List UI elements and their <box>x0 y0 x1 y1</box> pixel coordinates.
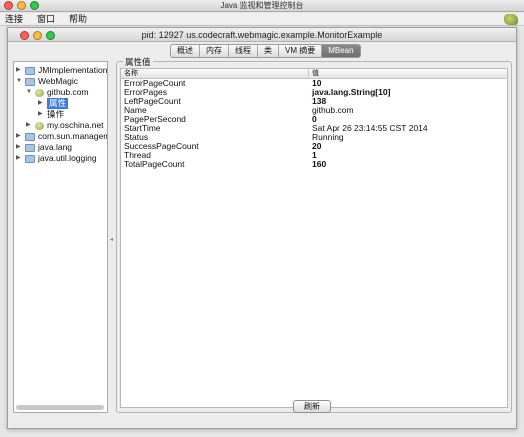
inner-window-controls <box>20 31 55 40</box>
app-title: Java 监视和管理控制台 <box>220 1 304 10</box>
zoom-icon[interactable] <box>30 1 39 10</box>
split-pane-handle[interactable]: ◂ <box>110 237 113 243</box>
tree-node-label: java.lang <box>38 142 73 152</box>
folder-icon <box>25 66 35 75</box>
tab-vm-summary[interactable]: VM 摘要 <box>279 45 323 57</box>
attribute-name-cell: StartTime <box>124 123 161 133</box>
tab-bar: 概述 内存 线程 类 VM 摘要 MBean <box>170 44 361 58</box>
expand-triangle-icon[interactable]: ▶ <box>38 109 47 120</box>
connection-window: pid: 12927 us.codecraft.webmagic.example… <box>7 27 517 429</box>
expand-triangle-icon[interactable]: ▶ <box>38 98 47 109</box>
tree-node-operations[interactable]: ▶ 操作 <box>38 109 64 120</box>
inner-minimize-icon[interactable] <box>33 31 42 40</box>
tab-classes[interactable]: 类 <box>258 45 279 57</box>
expand-triangle-icon[interactable]: ▶ <box>16 153 25 164</box>
tab-overview[interactable]: 概述 <box>171 45 200 57</box>
column-header-name[interactable]: 名称 <box>121 69 309 78</box>
tree-horizontal-scrollbar[interactable] <box>16 405 104 410</box>
tree-node-github[interactable]: ▼ github.com <box>26 87 89 98</box>
bean-icon <box>35 121 44 130</box>
minimize-icon[interactable] <box>17 1 26 10</box>
tree-node-label: 属性 <box>47 98 69 109</box>
java-logo-icon <box>504 14 518 25</box>
attribute-name-cell: TotalPageCount <box>124 159 185 169</box>
connection-title: pid: 12927 us.codecraft.webmagic.example… <box>141 30 383 40</box>
tree-node-label: java.util.logging <box>38 153 97 163</box>
column-header-value[interactable]: 值 <box>309 69 319 78</box>
expand-triangle-icon[interactable]: ▶ <box>16 142 25 153</box>
attribute-rows: ErrorPageCount 10 ErrorPages java.lang.Stri… <box>121 79 507 169</box>
tree-node-label: my.oschina.net <box>47 120 104 130</box>
app-title-bar: Java 监视和管理控制台 <box>0 0 524 12</box>
tree-node-webmagic[interactable]: ▼ WebMagic <box>16 76 78 87</box>
expand-triangle-icon[interactable]: ▶ <box>16 131 25 142</box>
tree-node-jmimplementation[interactable]: ▶ JMImplementation <box>16 65 107 76</box>
tree-node-label: WebMagic <box>38 76 78 86</box>
tree-node-java-lang[interactable]: ▶ java.lang <box>16 142 72 153</box>
collapse-triangle-icon[interactable]: ▼ <box>16 76 25 87</box>
tree-node-label: JMImplementation <box>38 65 108 75</box>
attribute-table: 名称 值 ErrorPageCount 10 ErrorPages java.lang… <box>120 68 508 408</box>
tree-node-label: github.com <box>47 87 89 97</box>
connection-title-bar: pid: 12927 us.codecraft.webmagic.example… <box>8 28 516 42</box>
folder-icon <box>25 132 35 141</box>
tab-memory[interactable]: 内存 <box>200 45 229 57</box>
folder-icon <box>25 154 35 163</box>
attribute-name-cell: LeftPageCount <box>124 96 181 106</box>
refresh-button[interactable]: 刷新 <box>293 400 331 413</box>
attribute-values-panel: 属性值 名称 值 ErrorPageCount 10 ErrorPages java.… <box>116 56 512 413</box>
menu-window[interactable]: 窗口 <box>37 13 55 25</box>
menu-bar: 连接 窗口 帮助 <box>0 13 524 26</box>
expand-triangle-icon[interactable]: ▶ <box>16 65 25 76</box>
menu-connect[interactable]: 连接 <box>5 13 23 25</box>
tree-node-oschina[interactable]: ▶ my.oschina.net <box>26 120 104 131</box>
tree-node-label: 操作 <box>47 109 65 119</box>
folder-icon <box>25 143 35 152</box>
attribute-value-cell: 160 <box>312 159 327 169</box>
tree-node-attributes[interactable]: ▶ 属性 <box>38 98 69 109</box>
table-row[interactable]: TotalPageCount 160 <box>121 160 507 169</box>
window-controls <box>4 1 39 10</box>
folder-icon <box>25 77 35 86</box>
expand-triangle-icon[interactable]: ▶ <box>26 120 35 131</box>
inner-close-icon[interactable] <box>20 31 29 40</box>
tree-node-java-util-logging[interactable]: ▶ java.util.logging <box>16 153 97 164</box>
close-icon[interactable] <box>4 1 13 10</box>
tab-mbean[interactable]: MBean <box>322 45 360 57</box>
mbean-tree: ▶ JMImplementation ▼ WebMagic ▼ github.c… <box>13 61 108 413</box>
tab-threads[interactable]: 线程 <box>229 45 258 57</box>
bean-icon <box>35 88 44 97</box>
tree-node-label: com.sun.management <box>38 131 107 141</box>
attribute-values-title: 属性值 <box>123 56 153 68</box>
tree-node-com-sun-management[interactable]: ▶ com.sun.management <box>16 131 107 142</box>
inner-zoom-icon[interactable] <box>46 31 55 40</box>
menu-help[interactable]: 帮助 <box>69 13 87 25</box>
collapse-triangle-icon[interactable]: ▼ <box>26 87 35 98</box>
